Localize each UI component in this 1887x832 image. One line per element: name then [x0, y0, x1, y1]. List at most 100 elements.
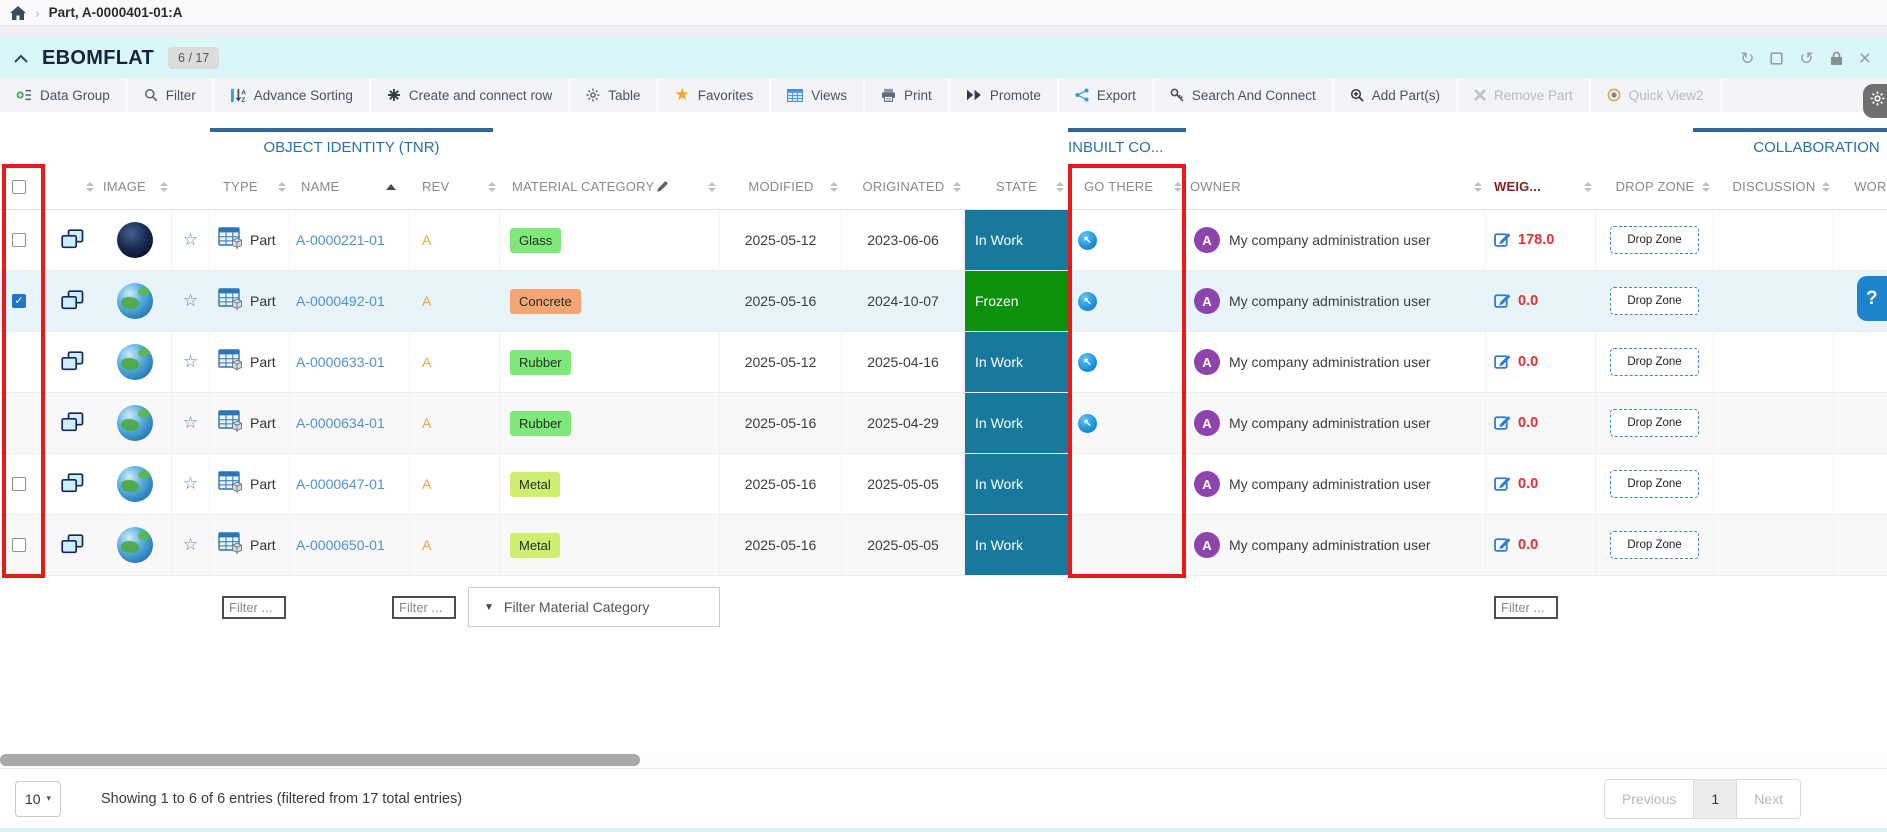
col-header-select[interactable]: [0, 164, 46, 209]
page-size-select[interactable]: 10 ▾: [15, 781, 61, 817]
toolbar-button-create-connect-row[interactable]: Create and connect row: [371, 78, 570, 112]
edit-weight-icon[interactable]: [1494, 536, 1512, 555]
close-icon[interactable]: ×: [1859, 48, 1871, 69]
rev-filter-input[interactable]: [392, 596, 456, 619]
part-name-link[interactable]: A-0000647-01: [296, 476, 385, 492]
part-name-link[interactable]: A-0000221-01: [296, 232, 385, 248]
favorite-star-icon[interactable]: ☆: [183, 230, 198, 250]
col-header-rev[interactable]: REV: [410, 164, 500, 209]
state-badge: In Work: [965, 515, 1068, 575]
row-checkbox[interactable]: [12, 538, 26, 552]
go-there-icon[interactable]: ↖: [1078, 292, 1097, 311]
material-filter-dropdown[interactable]: ▼Filter Material Category: [468, 587, 720, 627]
col-header-state[interactable]: STATE: [965, 164, 1068, 209]
cell-expand: [46, 210, 98, 270]
row-checkbox[interactable]: [12, 233, 26, 247]
col-header-originated[interactable]: ORIGINATED: [842, 164, 965, 209]
col-header-modified[interactable]: MODIFIED: [720, 164, 842, 209]
col-header-image[interactable]: IMAGE: [98, 164, 172, 209]
cell-name: A-0000633-01: [290, 332, 410, 392]
cell-select: [0, 454, 46, 514]
previous-page-button[interactable]: Previous: [1605, 780, 1694, 818]
toolbar-button-print[interactable]: Print: [865, 78, 950, 112]
maximize-icon[interactable]: [1770, 52, 1783, 65]
next-page-button[interactable]: Next: [1737, 780, 1800, 818]
favorite-star-icon[interactable]: ☆: [183, 291, 198, 311]
toolbar-button-table[interactable]: Table: [570, 78, 658, 112]
toolbar-button-search-and-connect[interactable]: Search And Connect: [1154, 78, 1334, 112]
toolbar-button-promote[interactable]: Promote: [950, 78, 1059, 112]
favorite-star-icon[interactable]: ☆: [183, 352, 198, 372]
go-there-icon[interactable]: ↖: [1078, 414, 1097, 433]
revision-value: A: [422, 354, 431, 370]
cell-modified: 2025-05-16: [720, 393, 842, 453]
cell-material: Metal: [500, 515, 720, 575]
drop-zone-button[interactable]: Drop Zone: [1610, 409, 1698, 437]
col-header-owner[interactable]: OWNER: [1186, 164, 1486, 209]
type-value: Part: [250, 476, 276, 492]
star-icon: ★: [674, 85, 689, 105]
col-header-material[interactable]: MATERIAL CATEGORY: [500, 164, 720, 209]
row-checkbox[interactable]: ✓: [12, 294, 26, 308]
toolbar-button-advance-sorting[interactable]: AZAdvance Sorting: [214, 78, 371, 112]
expand-structure-icon[interactable]: [61, 412, 84, 435]
part-name-link[interactable]: A-0000634-01: [296, 415, 385, 431]
drop-zone-button[interactable]: Drop Zone: [1610, 470, 1698, 498]
weight-filter-input[interactable]: [1494, 596, 1558, 619]
type-filter-input[interactable]: [222, 596, 286, 619]
edit-weight-icon[interactable]: [1494, 231, 1512, 250]
toolbar-button-filter[interactable]: Filter: [128, 78, 214, 112]
col-header-dropzone[interactable]: DROP ZONE: [1596, 164, 1714, 209]
select-all-checkbox[interactable]: [12, 180, 26, 194]
favorite-star-icon[interactable]: ☆: [183, 474, 198, 494]
drop-zone-button[interactable]: Drop Zone: [1610, 348, 1698, 376]
collapse-chevron-icon[interactable]: [14, 54, 28, 63]
edit-weight-icon[interactable]: [1494, 414, 1512, 433]
col-header-type[interactable]: TYPE: [210, 164, 290, 209]
expand-structure-icon[interactable]: [61, 351, 84, 374]
row-checkbox[interactable]: [12, 477, 26, 491]
toolbar-button-label: Views: [811, 88, 847, 103]
settings-tab[interactable]: [1863, 84, 1887, 118]
expand-structure-icon[interactable]: [61, 534, 84, 557]
drop-zone-button[interactable]: Drop Zone: [1610, 287, 1698, 315]
go-there-icon[interactable]: ↖: [1078, 231, 1097, 250]
column-group-object-identity: OBJECT IDENTITY (TNR): [210, 128, 493, 156]
favorite-star-icon[interactable]: ☆: [183, 413, 198, 433]
part-name-link[interactable]: A-0000633-01: [296, 354, 385, 370]
edit-weight-icon[interactable]: [1494, 292, 1512, 311]
undo-icon[interactable]: ↺: [1799, 50, 1813, 67]
cell-gothere: ↖: [1068, 271, 1186, 331]
drop-zone-button[interactable]: Drop Zone: [1610, 226, 1698, 254]
part-name-link[interactable]: A-0000650-01: [296, 537, 385, 553]
col-header-name[interactable]: NAME: [290, 164, 410, 209]
lock-icon[interactable]: [1830, 51, 1843, 66]
toolbar-button-data-group[interactable]: Data Group: [0, 78, 128, 112]
edit-weight-icon[interactable]: [1494, 475, 1512, 494]
toolbar-button-export[interactable]: Export: [1059, 78, 1154, 112]
favorite-star-icon[interactable]: ☆: [183, 535, 198, 555]
part-name-link[interactable]: A-0000492-01: [296, 293, 385, 309]
go-there-icon[interactable]: ↖: [1078, 353, 1097, 372]
col-header-gothere[interactable]: GO THERE: [1068, 164, 1186, 209]
part-thumbnail: [117, 527, 153, 563]
col-header-discussion[interactable]: DISCUSSION: [1714, 164, 1834, 209]
edit-weight-icon[interactable]: [1494, 353, 1512, 372]
toolbar-button-favorites[interactable]: ★Favorites: [658, 78, 771, 112]
scrollbar-thumb[interactable]: [0, 754, 640, 766]
owner-avatar: A: [1194, 288, 1220, 314]
expand-structure-icon[interactable]: [61, 473, 84, 496]
home-icon[interactable]: [10, 6, 26, 20]
asterisk-icon: [387, 88, 401, 102]
help-button[interactable]: ?: [1857, 276, 1887, 321]
toolbar-button-views[interactable]: Views: [771, 78, 865, 112]
refresh-icon[interactable]: ↻: [1740, 50, 1754, 67]
edit-column-icon[interactable]: [656, 180, 669, 193]
col-header-weight[interactable]: WEIG...: [1486, 164, 1596, 209]
expand-structure-icon[interactable]: [61, 229, 84, 252]
current-page-button[interactable]: 1: [1694, 780, 1737, 818]
col-header-expand[interactable]: [46, 164, 98, 209]
expand-structure-icon[interactable]: [61, 290, 84, 313]
drop-zone-button[interactable]: Drop Zone: [1610, 531, 1698, 559]
toolbar-button-add-parts[interactable]: Add Part(s): [1334, 78, 1458, 112]
